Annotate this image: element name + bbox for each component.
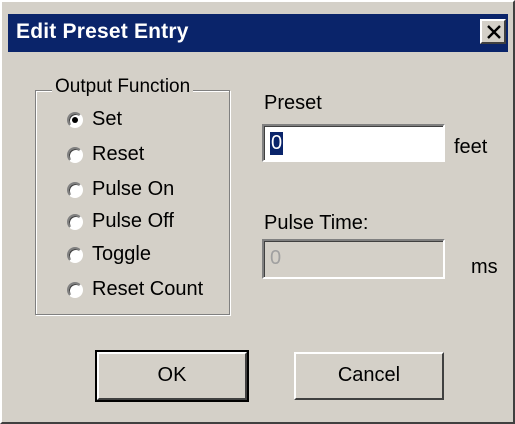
edit-preset-dialog: Edit Preset Entry Output Function Set Re… <box>0 0 515 424</box>
cancel-button-label: Cancel <box>337 364 401 386</box>
preset-input[interactable]: 0 <box>262 124 445 162</box>
cancel-button[interactable]: Cancel <box>294 352 444 400</box>
radio-label: Reset Count <box>92 278 204 300</box>
pulse-time-label: Pulse Time: <box>264 212 369 234</box>
radio-indicator[interactable] <box>67 147 83 163</box>
preset-label: Preset <box>264 92 322 114</box>
radio-indicator[interactable] <box>67 182 83 198</box>
preset-unit: feet <box>454 136 488 158</box>
radio-indicator[interactable] <box>67 112 83 128</box>
close-button[interactable] <box>480 19 506 44</box>
radio-indicator[interactable] <box>67 247 83 263</box>
ok-button-label: OK <box>157 364 187 386</box>
radio-selected-dot <box>72 117 78 123</box>
radio-label: Pulse On <box>92 178 175 200</box>
dialog-title: Edit Preset Entry <box>16 20 189 43</box>
close-icon <box>487 25 501 39</box>
radio-label: Set <box>92 108 123 130</box>
radio-label: Reset <box>92 143 145 165</box>
radio-label: Pulse Off <box>92 210 174 232</box>
radio-indicator[interactable] <box>67 214 83 230</box>
preset-value: 0 <box>270 132 284 155</box>
radio-indicator[interactable] <box>67 282 83 298</box>
pulse-time-unit: ms <box>471 256 498 278</box>
title-bar[interactable]: Edit Preset Entry <box>8 14 508 52</box>
ok-button[interactable]: OK <box>95 350 249 402</box>
pulse-time-input[interactable]: 0 <box>262 239 445 279</box>
output-function-legend: Output Function <box>52 76 194 98</box>
pulse-time-value: 0 <box>270 247 282 269</box>
radio-label: Toggle <box>92 243 151 265</box>
